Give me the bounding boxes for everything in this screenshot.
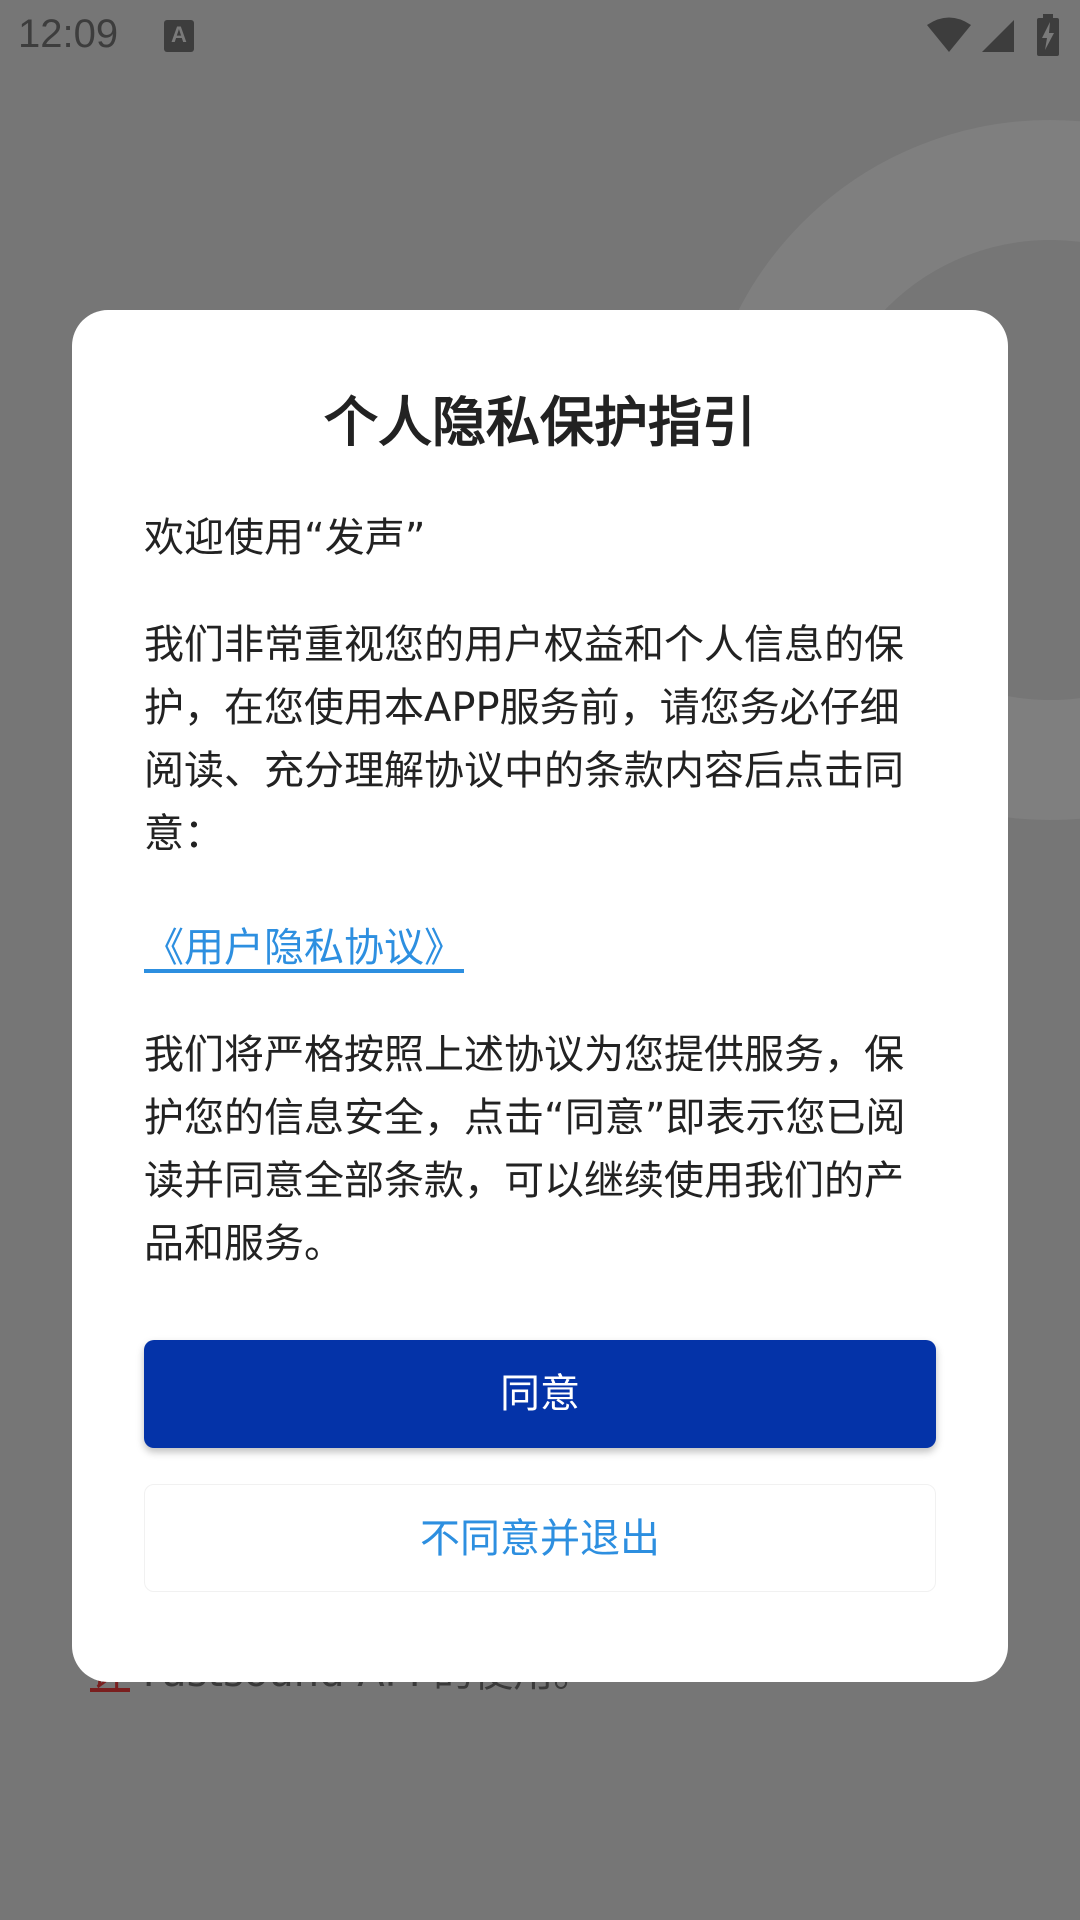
wifi-icon: [927, 17, 971, 52]
battery-charging-icon: [1037, 14, 1059, 56]
keyboard-indicator-icon: A: [164, 20, 194, 52]
agree-button[interactable]: 同意: [144, 1340, 936, 1448]
cell-signal-icon: [982, 20, 1014, 52]
privacy-dialog: 个人隐私保护指引 欢迎使用“发声” 我们非常重视您的用户权益和个人信息的保护，在…: [72, 310, 1008, 1682]
closing-text: 我们将严格按照上述协议为您提供服务，保护您的信息安全，点击“同意”即表示您已阅读…: [144, 1032, 906, 1267]
dialog-title: 个人隐私保护指引: [324, 391, 756, 454]
welcome-text: 欢迎使用“发声”: [144, 515, 426, 561]
intro-text: 我们非常重视您的用户权益和个人信息的保护，在您使用本APP服务前，请您务必仔细阅…: [144, 622, 904, 857]
privacy-policy-link[interactable]: 《用户隐私协议》: [144, 916, 464, 980]
status-bar: 12:09 A: [0, 0, 1080, 72]
status-time: 12:09: [18, 12, 119, 56]
disagree-exit-button[interactable]: 不同意并退出: [144, 1484, 936, 1592]
